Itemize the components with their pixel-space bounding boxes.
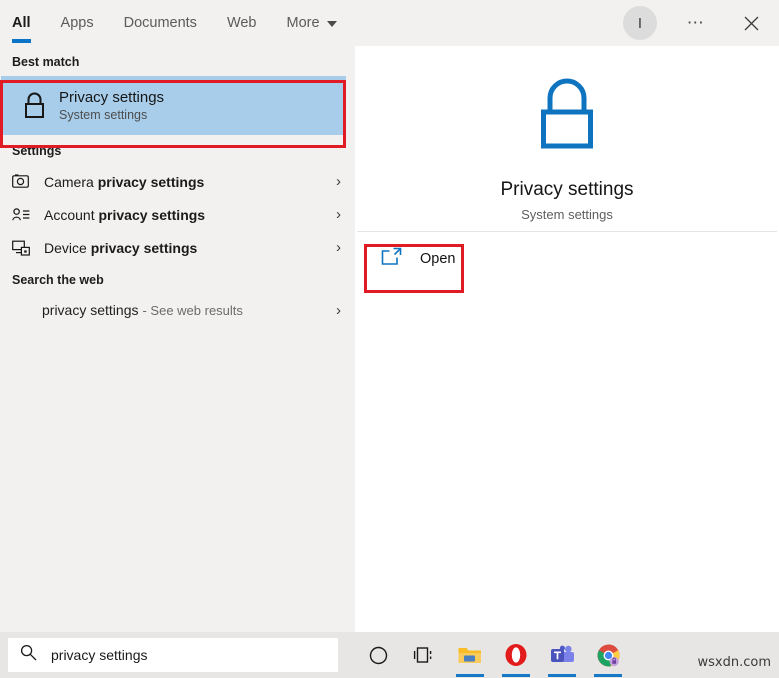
chevron-right-icon: › bbox=[336, 173, 341, 190]
setting-item-bold: privacy settings bbox=[98, 206, 206, 223]
avatar-initial: I bbox=[637, 14, 643, 32]
setting-item-account-privacy[interactable]: Account privacy settings › bbox=[0, 198, 355, 231]
camera-icon bbox=[12, 174, 42, 189]
tab-more-label: More bbox=[286, 15, 320, 31]
close-glyph bbox=[744, 16, 758, 30]
window-controls: I ⋯ bbox=[623, 0, 779, 46]
tab-apps-label: Apps bbox=[60, 15, 94, 31]
result-item-text: Privacy settings System settings bbox=[55, 89, 164, 122]
search-tab-bar: All Apps Documents Web More I ⋯ bbox=[0, 0, 779, 46]
setting-item-label: Device privacy settings bbox=[42, 240, 336, 256]
tab-web[interactable]: Web bbox=[227, 0, 271, 46]
ellipsis-glyph: ⋯ bbox=[686, 13, 706, 32]
open-button-label: Open bbox=[420, 251, 456, 267]
active-indicator bbox=[548, 674, 576, 677]
chevron-right-icon: › bbox=[336, 301, 341, 319]
web-result-item[interactable]: privacy settings - See web results › bbox=[0, 294, 355, 326]
tab-all-label: All bbox=[12, 15, 31, 31]
setting-item-prefix: Device bbox=[44, 239, 91, 256]
active-indicator bbox=[594, 674, 622, 677]
preview-card: Privacy settings System settings bbox=[355, 46, 779, 231]
web-result-suffix: - See web results bbox=[142, 302, 243, 318]
result-item-subtitle: System settings bbox=[59, 108, 148, 122]
tab-more[interactable]: More bbox=[287, 0, 351, 46]
device-icon bbox=[12, 240, 42, 256]
search-flyout-window: All Apps Documents Web More I ⋯ Best mat… bbox=[0, 0, 779, 678]
result-item-privacy-settings[interactable]: Privacy settings System settings bbox=[1, 76, 346, 135]
chevron-right-icon: › bbox=[336, 206, 341, 223]
search-input[interactable]: privacy settings bbox=[8, 638, 338, 672]
microsoft-teams-icon[interactable] bbox=[539, 632, 585, 678]
google-chrome-icon[interactable] bbox=[585, 632, 631, 678]
setting-item-bold: privacy settings bbox=[90, 239, 198, 256]
search-input-value: privacy settings bbox=[51, 647, 148, 663]
tab-all[interactable]: All bbox=[12, 0, 45, 46]
taskbar-icons bbox=[355, 632, 631, 678]
lock-icon bbox=[529, 74, 605, 161]
results-pane: Best match Privacy settings System setti… bbox=[0, 46, 355, 632]
setting-item-prefix: Account bbox=[44, 206, 99, 223]
preview-title: Privacy settings bbox=[500, 178, 634, 200]
settings-header: Settings bbox=[12, 144, 62, 158]
avatar[interactable]: I bbox=[623, 6, 657, 40]
tab-list: All Apps Documents Web More bbox=[0, 0, 367, 46]
setting-item-label: Camera privacy settings bbox=[42, 174, 336, 190]
setting-item-camera-privacy[interactable]: Camera privacy settings › bbox=[0, 165, 355, 198]
web-result-query: privacy settings bbox=[42, 302, 139, 318]
more-options-icon[interactable]: ⋯ bbox=[679, 3, 713, 43]
open-button[interactable]: Open bbox=[367, 239, 481, 279]
active-indicator bbox=[456, 674, 484, 677]
setting-item-label: Account privacy settings bbox=[42, 207, 336, 223]
lock-icon bbox=[13, 91, 55, 121]
preview-pane: Privacy settings System settings Open bbox=[355, 46, 779, 632]
search-the-web-header: Search the web bbox=[12, 273, 104, 287]
active-indicator bbox=[502, 674, 530, 677]
tab-active-underline bbox=[12, 39, 31, 43]
cortana-icon[interactable] bbox=[355, 632, 401, 678]
open-external-icon bbox=[381, 247, 402, 271]
setting-item-prefix: Camera bbox=[44, 173, 98, 190]
tab-apps[interactable]: Apps bbox=[61, 0, 108, 46]
account-icon bbox=[12, 207, 42, 222]
search-icon bbox=[20, 644, 37, 666]
preview-subtitle: System settings bbox=[521, 206, 613, 222]
tab-web-label: Web bbox=[226, 15, 257, 31]
chevron-down-icon bbox=[326, 21, 337, 27]
opera-icon[interactable] bbox=[493, 632, 539, 678]
result-item-title: Privacy settings bbox=[59, 89, 165, 106]
setting-item-device-privacy[interactable]: Device privacy settings › bbox=[0, 231, 355, 264]
chevron-right-icon: › bbox=[336, 239, 341, 256]
close-icon[interactable] bbox=[731, 1, 771, 45]
tab-documents[interactable]: Documents bbox=[124, 0, 211, 46]
watermark: wsxdn.com bbox=[697, 655, 772, 670]
setting-item-bold: privacy settings bbox=[97, 173, 205, 190]
tab-documents-label: Documents bbox=[123, 15, 197, 31]
preview-actions: Open bbox=[355, 232, 779, 286]
task-view-icon[interactable] bbox=[401, 632, 447, 678]
file-explorer-icon[interactable] bbox=[447, 632, 493, 678]
best-match-header: Best match bbox=[12, 55, 80, 69]
